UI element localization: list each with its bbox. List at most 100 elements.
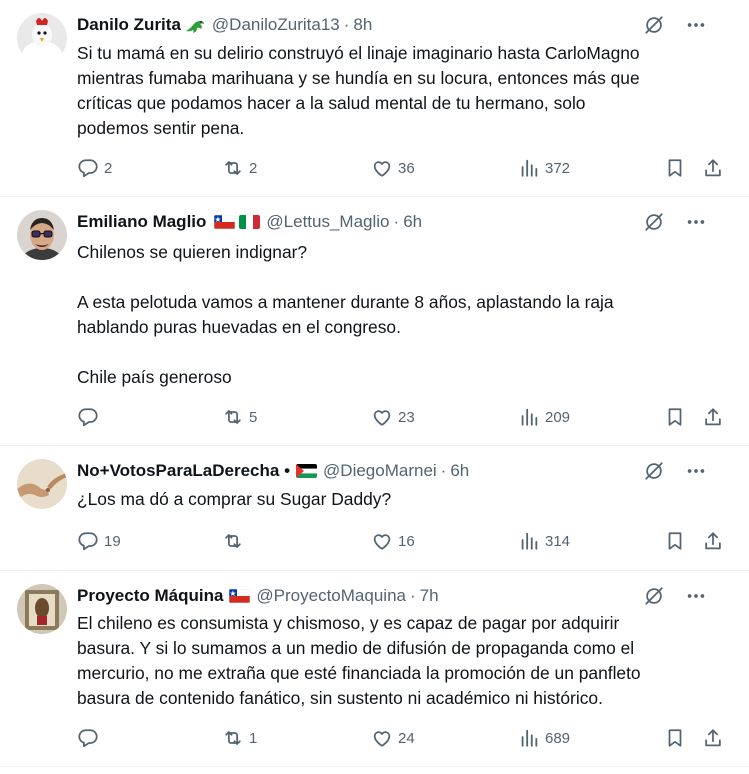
share-button[interactable] [702,406,724,428]
bookmark-icon [664,157,686,179]
reply-icon [77,157,99,179]
user-handle[interactable]: @DiegoMarnei [323,461,437,481]
palestine-flag-icon [296,464,317,478]
retweet-button[interactable] [222,530,249,552]
chile-flag-icon [214,215,235,229]
share-icon [702,157,724,179]
italy-flag-icon [239,215,260,229]
bookmark-button[interactable] [664,157,686,179]
more-icon[interactable] [685,585,707,607]
views-button[interactable]: 372 [518,157,570,179]
user-handle[interactable]: @Lettus_Maglio [266,212,389,232]
avatar[interactable] [17,584,67,634]
reply-count: 19 [104,532,121,550]
tweet[interactable]: Proyecto Máquina @ProyectoMaquina · 7h E… [0,571,749,767]
display-name[interactable]: Danilo Zurita [77,15,181,35]
reply-icon [77,530,99,552]
like-button[interactable]: 36 [371,157,415,179]
tweet-header: No+VotosParaLaDerecha • @DiegoMarnei · 6… [77,459,729,483]
grok-icon[interactable] [643,211,665,233]
retweet-button[interactable]: 2 [222,157,257,179]
reply-button[interactable]: 2 [77,157,112,179]
retweet-icon [222,530,244,552]
views-icon [518,157,540,179]
grok-icon[interactable] [643,14,665,36]
view-count: 689 [545,729,571,747]
retweet-count: 5 [249,408,258,426]
separator-dot: · [440,461,447,480]
bookmark-button[interactable] [664,727,686,749]
view-count: 372 [545,159,571,177]
grok-icon[interactable] [643,460,665,482]
like-icon [371,406,393,428]
views-icon [518,727,540,749]
bookmark-icon [664,530,686,552]
share-button[interactable] [702,727,724,749]
tweet[interactable]: No+VotosParaLaDerecha • @DiegoMarnei · 6… [0,446,749,571]
retweet-count: 1 [249,729,258,747]
display-name[interactable]: Proyecto Máquina [77,586,223,606]
timestamp[interactable]: 6h [403,212,422,232]
tweet-header: Proyecto Máquina @ProyectoMaquina · 7h [77,584,729,608]
share-button[interactable] [702,157,724,179]
timestamp[interactable]: 7h [420,586,439,606]
retweet-icon [222,406,244,428]
retweet-button[interactable]: 1 [222,727,257,749]
tweet-header: Danilo Zurita @DaniloZurita13 · 8h [77,13,729,37]
view-count: 314 [545,532,571,550]
like-icon [371,157,393,179]
retweet-button[interactable]: 5 [222,406,257,428]
views-button[interactable]: 689 [518,727,570,749]
share-icon [702,727,724,749]
more-icon[interactable] [685,460,707,482]
view-count: 209 [545,408,571,426]
tweet-text: Chilenos se quieren indignar? A esta pel… [77,242,614,387]
separator-dot: · [343,15,350,34]
like-count: 36 [398,159,415,177]
timestamp[interactable]: 6h [450,461,469,481]
timestamp[interactable]: 8h [353,15,372,35]
action-bar: 19 16 314 [77,530,727,556]
more-icon[interactable] [685,14,707,36]
like-icon [371,727,393,749]
retweet-icon [222,157,244,179]
views-button[interactable]: 209 [518,406,570,428]
tweet-text: ¿Los ma dó a comprar su Sugar Daddy? [77,489,392,509]
reply-button[interactable] [77,727,104,749]
bookmark-button[interactable] [664,406,686,428]
separator-dot: · [409,586,416,605]
share-button[interactable] [702,530,724,552]
chile-flag-icon [229,589,250,603]
user-handle[interactable]: @ProyectoMaquina [256,586,406,606]
separator-dot: · [393,212,400,231]
tweet[interactable]: Danilo Zurita @DaniloZurita13 · 8h Si tu… [0,0,749,197]
reply-icon [77,727,99,749]
reply-icon [77,406,99,428]
avatar[interactable] [17,459,67,509]
bookmark-button[interactable] [664,530,686,552]
views-button[interactable]: 314 [518,530,570,552]
views-icon [518,530,540,552]
tweet[interactable]: Emiliano Maglio @Lettus_Maglio · 6h Chil… [0,197,749,446]
display-name[interactable]: No+VotosParaLaDerecha • [77,461,290,481]
like-button[interactable]: 16 [371,530,415,552]
reply-button[interactable] [77,406,104,428]
reply-count: 2 [104,159,113,177]
tweet-text: El chileno es consumista y chismoso, y e… [77,613,641,708]
like-button[interactable]: 23 [371,406,415,428]
user-handle[interactable]: @DaniloZurita13 [212,15,340,35]
avatar[interactable] [17,210,67,260]
more-icon[interactable] [685,211,707,233]
bookmark-icon [664,727,686,749]
reply-feed: Danilo Zurita @DaniloZurita13 · 8h Si tu… [0,0,749,767]
grok-icon[interactable] [643,585,665,607]
like-count: 24 [398,729,415,747]
views-icon [518,406,540,428]
like-button[interactable]: 24 [371,727,415,749]
share-icon [702,530,724,552]
reply-button[interactable]: 19 [77,530,121,552]
action-bar: 5 23 209 [77,406,727,432]
like-icon [371,530,393,552]
avatar[interactable] [17,13,67,63]
display-name[interactable]: Emiliano Maglio [77,212,206,232]
